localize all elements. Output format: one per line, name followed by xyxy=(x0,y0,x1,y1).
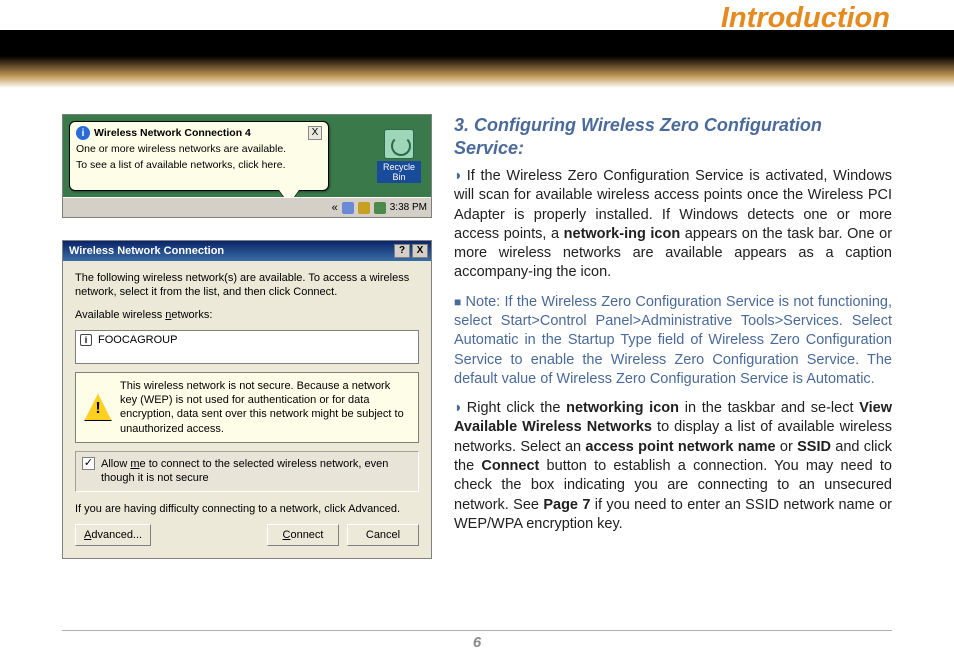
recycle-label: Recycle Bin xyxy=(377,161,421,183)
paragraph-1: ◗If the Wireless Zero Configuration Serv… xyxy=(454,167,892,283)
dialog-intro-text: The following wireless network(s) are av… xyxy=(75,271,419,300)
tray-chevron-icon[interactable]: « xyxy=(332,202,338,214)
dialog-advice-text: If you are having difficulty connecting … xyxy=(75,502,419,516)
taskbar-clock: 3:38 PM xyxy=(390,202,427,213)
left-column: i Wireless Network Connection 4 X One or… xyxy=(62,114,432,627)
bullet-icon: ◗ xyxy=(454,400,463,416)
square-icon: ■ xyxy=(454,295,462,309)
footer-line xyxy=(62,630,892,631)
balloon-close-button[interactable]: X xyxy=(308,126,322,140)
networks-listbox[interactable]: i FOOCAGROUP xyxy=(75,330,419,364)
dialog-close-button[interactable]: X xyxy=(412,244,428,258)
content: i Wireless Network Connection 4 X One or… xyxy=(62,114,892,627)
note-paragraph: ■Note: If the Wireless Zero Configuratio… xyxy=(454,293,892,389)
warning-icon xyxy=(84,393,112,421)
page-number: 6 xyxy=(0,634,954,651)
right-column: 3. Configuring Wireless Zero Configurati… xyxy=(454,114,892,627)
paragraph-2: ◗Right click the networking icon in the … xyxy=(454,399,892,534)
advanced-button[interactable]: Advanced... xyxy=(75,524,151,546)
dialog-help-button[interactable]: ? xyxy=(394,244,410,258)
header-band xyxy=(0,30,954,88)
dialog-titlebar: Wireless Network Connection ? X xyxy=(63,241,431,261)
access-point-icon: i xyxy=(80,334,92,346)
recycle-bin[interactable]: Recycle Bin xyxy=(377,129,421,185)
section-heading: 3. Configuring Wireless Zero Configurati… xyxy=(454,114,892,159)
tray-icon-1[interactable] xyxy=(342,202,354,214)
connect-button[interactable]: Connect xyxy=(267,524,339,546)
info-icon: i xyxy=(76,126,90,140)
allow-connect-checkbox-row[interactable]: ✓ Allow me to connect to the selected wi… xyxy=(75,451,419,492)
security-warning-text: This wireless network is not secure. Bec… xyxy=(120,379,410,436)
balloon-title: Wireless Network Connection 4 xyxy=(94,127,304,139)
tray-icon-2[interactable] xyxy=(358,202,370,214)
access-point-name: FOOCAGROUP xyxy=(98,334,177,346)
screenshot-wireless-dialog: Wireless Network Connection ? X The foll… xyxy=(62,240,432,559)
cancel-button[interactable]: Cancel xyxy=(347,524,419,546)
taskbar: « 3:38 PM xyxy=(63,197,431,217)
notification-balloon[interactable]: i Wireless Network Connection 4 X One or… xyxy=(69,121,329,191)
security-warning-box: This wireless network is not secure. Bec… xyxy=(75,372,419,443)
allow-connect-checkbox[interactable]: ✓ xyxy=(82,457,95,470)
dialog-title-text: Wireless Network Connection xyxy=(69,245,224,257)
balloon-line1: One or more wireless networks are availa… xyxy=(76,143,322,155)
recycle-icon xyxy=(384,129,414,159)
dialog-button-row: Advanced... Connect Cancel xyxy=(75,524,419,546)
allow-connect-label: Allow me to connect to the selected wire… xyxy=(101,457,412,486)
tray-network-icon[interactable] xyxy=(374,202,386,214)
screenshot-tray-balloon: i Wireless Network Connection 4 X One or… xyxy=(62,114,432,218)
available-networks-label: Available wireless networks: xyxy=(75,308,419,322)
balloon-line2: To see a list of available networks, cli… xyxy=(76,159,322,171)
bullet-icon: ◗ xyxy=(454,168,463,184)
dialog-body: The following wireless network(s) are av… xyxy=(63,261,431,558)
